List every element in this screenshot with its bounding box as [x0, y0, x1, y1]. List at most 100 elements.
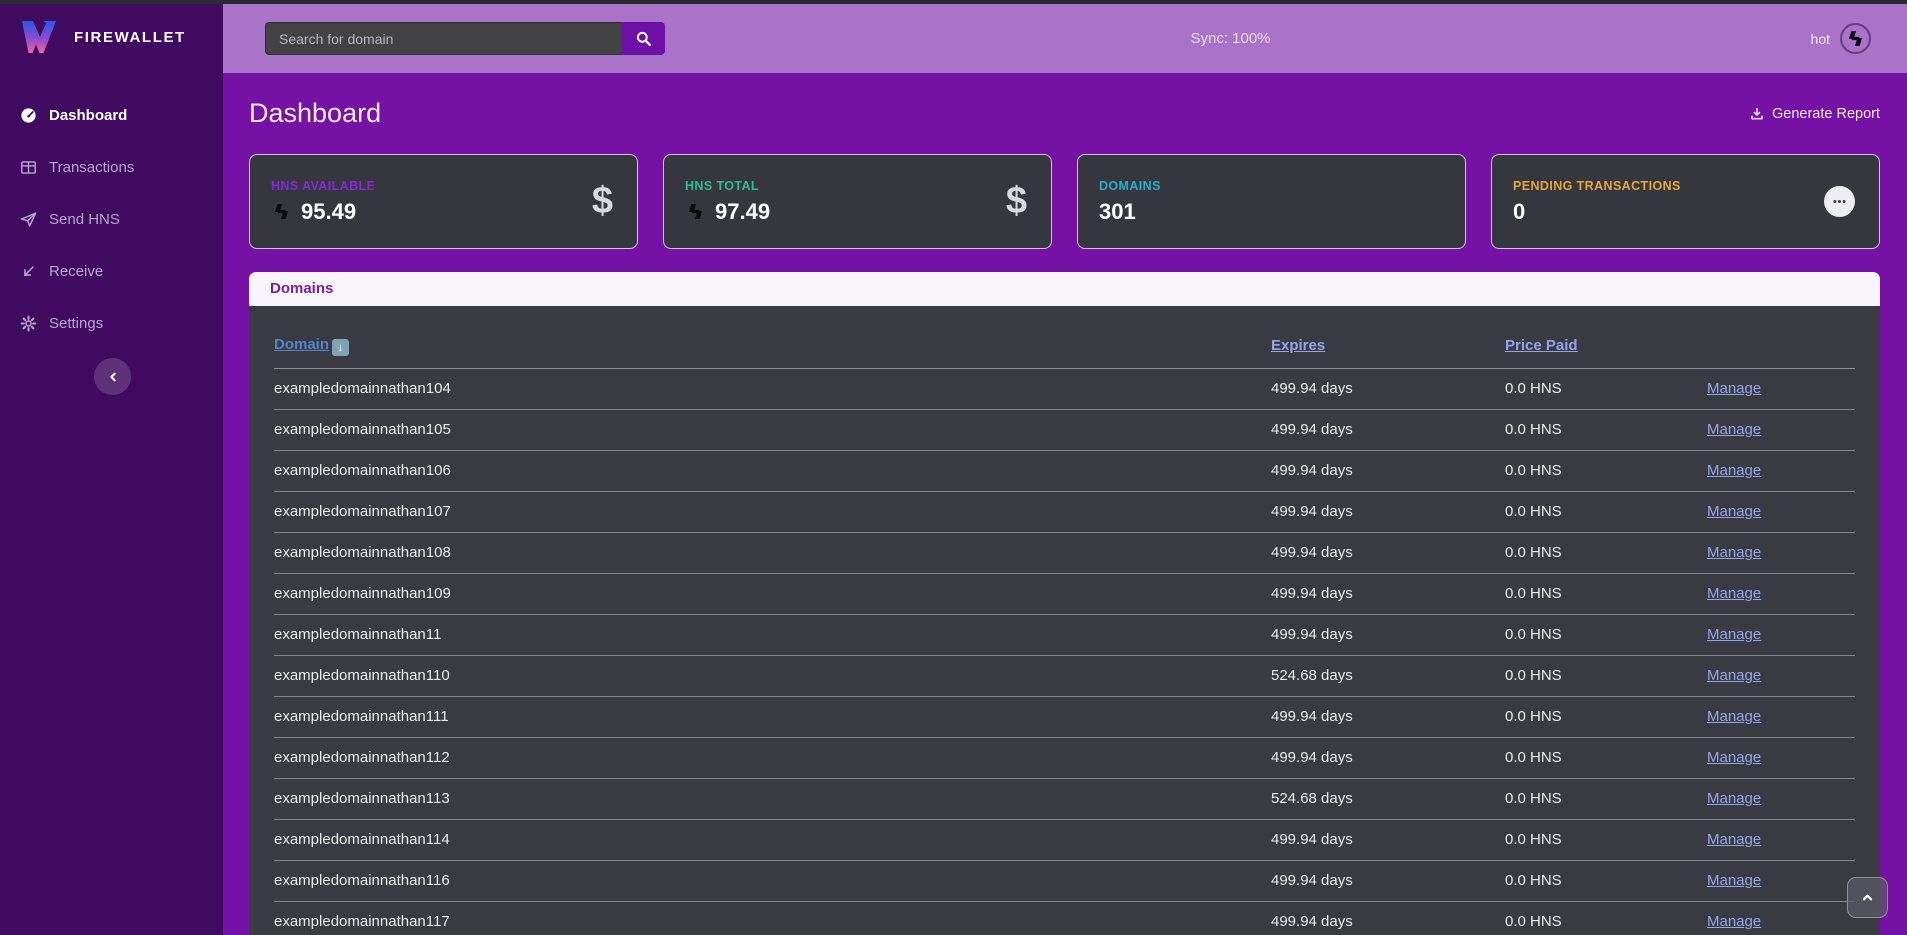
card-value: 0	[1513, 199, 1525, 225]
price-paid-cell: 0.0 HNS	[1505, 491, 1707, 532]
table-row: exampledomainnathan116 499.94 days 0.0 H…	[274, 860, 1855, 901]
manage-link[interactable]: Manage	[1707, 708, 1761, 725]
manage-link[interactable]: Manage	[1707, 790, 1761, 807]
manage-link[interactable]: Manage	[1707, 667, 1761, 684]
chevron-up-icon	[1859, 889, 1876, 906]
handshake-h-logo-icon	[1845, 28, 1866, 49]
generate-report-label: Generate Report	[1772, 106, 1880, 122]
manage-link[interactable]: Manage	[1707, 872, 1761, 889]
table-row: exampledomainnathan105 499.94 days 0.0 H…	[274, 409, 1855, 450]
sidebar-item-send-hns[interactable]: Send HNS	[0, 193, 223, 245]
price-paid-cell: 0.0 HNS	[1505, 655, 1707, 696]
table-row: exampledomainnathan110 524.68 days 0.0 H…	[274, 655, 1855, 696]
sort-descending-icon: ↓	[332, 339, 349, 356]
domains-panel-title: Domains	[249, 272, 1880, 306]
search-button[interactable]	[622, 22, 665, 55]
domain-cell: exampledomainnathan112	[274, 737, 1271, 778]
ellipsis-menu-button[interactable]	[1824, 186, 1855, 217]
sidebar-item-transactions[interactable]: Transactions	[0, 141, 223, 193]
sidebar-item-label: Settings	[49, 315, 103, 332]
domain-cell: exampledomainnathan108	[274, 532, 1271, 573]
sidebar: FIREWALLET Dashboard Transactions Send H…	[0, 4, 223, 935]
sidebar-item-settings[interactable]: Settings	[0, 297, 223, 349]
domain-cell: exampledomainnathan117	[274, 901, 1271, 935]
sidebar-item-dashboard[interactable]: Dashboard	[0, 89, 223, 141]
page-title: Dashboard	[249, 98, 381, 129]
card-value: 95.49	[301, 199, 356, 225]
sidebar-collapse-button[interactable]	[94, 358, 131, 395]
card-label: PENDING TRANSACTIONS	[1513, 179, 1681, 193]
manage-link[interactable]: Manage	[1707, 913, 1761, 930]
app-name: FIREWALLET	[74, 29, 186, 46]
expires-cell: 524.68 days	[1271, 778, 1505, 819]
price-paid-cell: 0.0 HNS	[1505, 368, 1707, 409]
expires-cell: 524.68 days	[1271, 655, 1505, 696]
sidebar-item-label: Dashboard	[49, 107, 127, 124]
column-header-price-paid[interactable]: Price Paid	[1505, 337, 1578, 354]
manage-link[interactable]: Manage	[1707, 749, 1761, 766]
firewallet-logo-icon	[18, 17, 62, 57]
column-header-domain[interactable]: Domain	[274, 336, 329, 353]
hns-logo-icon	[271, 201, 292, 222]
wallet-name: hot	[1811, 31, 1830, 47]
sidebar-item-receive[interactable]: Receive	[0, 245, 223, 297]
domain-cell: exampledomainnathan107	[274, 491, 1271, 532]
table-row: exampledomainnathan113 524.68 days 0.0 H…	[274, 778, 1855, 819]
manage-link[interactable]: Manage	[1707, 462, 1761, 479]
price-paid-cell: 0.0 HNS	[1505, 778, 1707, 819]
manage-link[interactable]: Manage	[1707, 421, 1761, 438]
sidebar-item-label: Transactions	[49, 159, 134, 176]
expires-cell: 499.94 days	[1271, 368, 1505, 409]
manage-link[interactable]: Manage	[1707, 503, 1761, 520]
handshake-wallet-badge[interactable]	[1840, 23, 1871, 54]
domains-table: Domain↓ Expires Price Paid exampledomain…	[274, 306, 1855, 935]
sidebar-item-label: Receive	[49, 263, 103, 280]
search-group	[265, 22, 665, 55]
manage-link[interactable]: Manage	[1707, 544, 1761, 561]
column-header-expires[interactable]: Expires	[1271, 337, 1325, 354]
table-row: exampledomainnathan111 499.94 days 0.0 H…	[274, 696, 1855, 737]
price-paid-cell: 0.0 HNS	[1505, 532, 1707, 573]
manage-link[interactable]: Manage	[1707, 626, 1761, 643]
dollar-icon: $	[1006, 180, 1027, 223]
card-value: 97.49	[715, 199, 770, 225]
transactions-table-icon	[19, 158, 38, 177]
table-row: exampledomainnathan106 499.94 days 0.0 H…	[274, 450, 1855, 491]
dollar-icon: $	[592, 180, 613, 223]
price-paid-cell: 0.0 HNS	[1505, 696, 1707, 737]
table-row: exampledomainnathan107 499.94 days 0.0 H…	[274, 491, 1855, 532]
wallet-group[interactable]: hot	[1811, 4, 1871, 73]
generate-report-button[interactable]: Generate Report	[1749, 106, 1880, 122]
price-paid-cell: 0.0 HNS	[1505, 819, 1707, 860]
stat-cards: HNS AVAILABLE 95.49 $ HNS TOTAL 97.49	[249, 154, 1880, 249]
price-paid-cell: 0.0 HNS	[1505, 573, 1707, 614]
expires-cell: 499.94 days	[1271, 819, 1505, 860]
expires-cell: 499.94 days	[1271, 696, 1505, 737]
expires-cell: 499.94 days	[1271, 737, 1505, 778]
domain-cell: exampledomainnathan110	[274, 655, 1271, 696]
price-paid-cell: 0.0 HNS	[1505, 409, 1707, 450]
app-logo[interactable]: FIREWALLET	[0, 4, 223, 67]
card-domains: DOMAINS 301	[1077, 154, 1466, 249]
table-row: exampledomainnathan112 499.94 days 0.0 H…	[274, 737, 1855, 778]
manage-link[interactable]: Manage	[1707, 585, 1761, 602]
table-row: exampledomainnathan114 499.94 days 0.0 H…	[274, 819, 1855, 860]
expires-cell: 499.94 days	[1271, 860, 1505, 901]
manage-link[interactable]: Manage	[1707, 380, 1761, 397]
topbar: Sync: 100% hot	[223, 4, 1907, 73]
expires-cell: 499.94 days	[1271, 614, 1505, 655]
manage-link[interactable]: Manage	[1707, 831, 1761, 848]
domain-cell: exampledomainnathan11	[274, 614, 1271, 655]
scroll-to-top-button[interactable]	[1847, 877, 1888, 918]
price-paid-cell: 0.0 HNS	[1505, 901, 1707, 935]
expires-cell: 499.94 days	[1271, 450, 1505, 491]
ellipsis-icon	[1831, 193, 1848, 210]
domain-cell: exampledomainnathan105	[274, 409, 1271, 450]
expires-cell: 499.94 days	[1271, 532, 1505, 573]
search-input[interactable]	[265, 22, 622, 55]
sidebar-nav: Dashboard Transactions Send HNS Receive	[0, 89, 223, 349]
domain-cell: exampledomainnathan104	[274, 368, 1271, 409]
send-paper-plane-icon	[19, 210, 38, 229]
dashboard-gauge-icon	[19, 106, 38, 125]
domain-cell: exampledomainnathan116	[274, 860, 1271, 901]
